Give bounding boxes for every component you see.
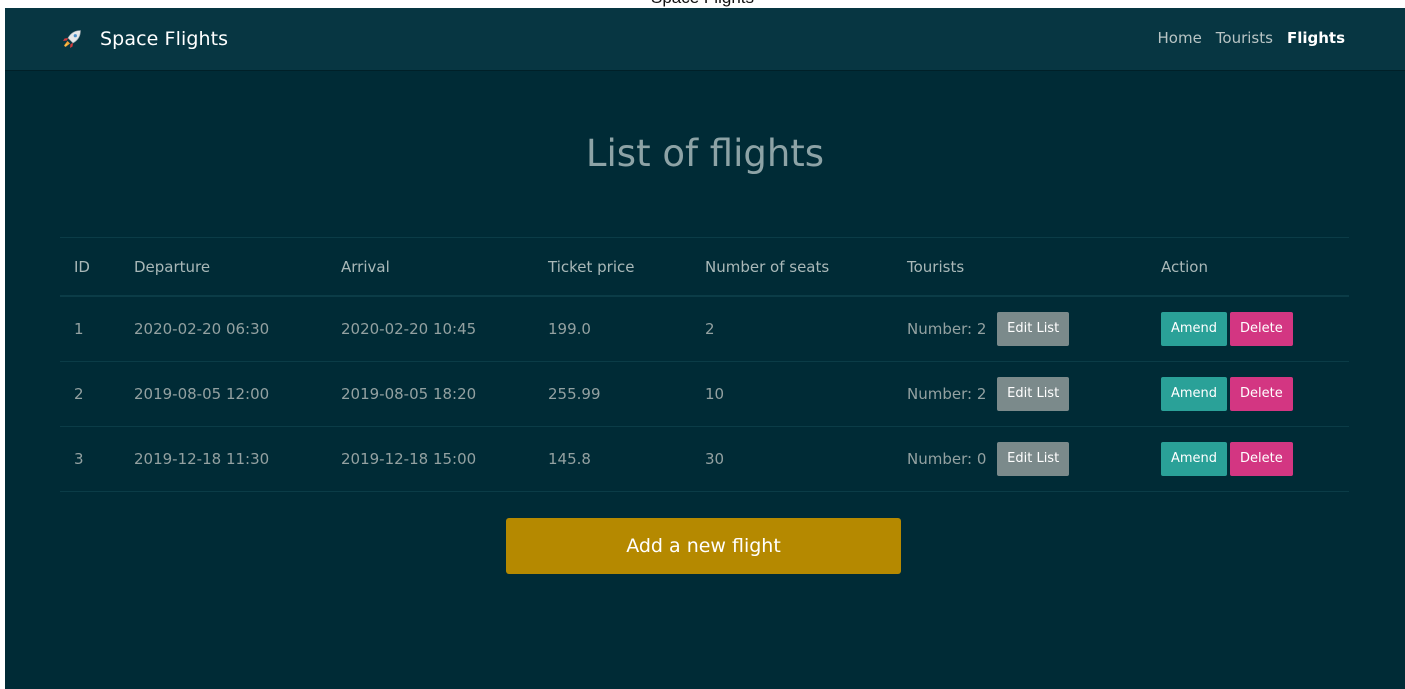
cell-id: 1 (60, 296, 120, 362)
cell-tourists: Number: 2 Edit List (893, 361, 1147, 427)
tourist-count: Number: 0 (907, 450, 987, 468)
cell-ticket-price: 255.99 (534, 361, 691, 427)
cell-ticket-price: 145.8 (534, 426, 691, 492)
header-tourists: Tourists (893, 237, 1147, 297)
page-title: List of flights (585, 132, 825, 175)
edit-list-button[interactable]: Edit List (997, 377, 1070, 411)
cell-id: 2 (60, 361, 120, 427)
cell-ticket-price: 199.0 (534, 296, 691, 362)
flights-table: ID Departure Arrival Ticket price Number… (60, 237, 1349, 492)
amend-button[interactable]: Amend (1161, 442, 1228, 476)
edit-list-button[interactable]: Edit List (997, 442, 1070, 476)
delete-button[interactable]: Delete (1230, 377, 1293, 411)
browser-tab-strip: Space Flights (0, 0, 1405, 8)
amend-button[interactable]: Amend (1161, 312, 1228, 346)
cell-departure: 2019-08-05 12:00 (120, 361, 327, 427)
cell-action: Amend Delete (1147, 361, 1349, 427)
navbar: Space Flights Home Tourists Flights (5, 8, 1405, 70)
tourist-count: Number: 2 (907, 320, 987, 338)
cell-number-of-seats: 2 (691, 296, 893, 362)
nav-link-flights[interactable]: Flights (1287, 29, 1345, 47)
cell-action: Amend Delete (1147, 296, 1349, 362)
cell-arrival: 2019-12-18 15:00 (327, 426, 534, 492)
header-id: ID (60, 237, 120, 297)
delete-button[interactable]: Delete (1230, 442, 1293, 476)
table-row: 1 2020-02-20 06:30 2020-02-20 10:45 199.… (60, 296, 1349, 362)
header-action: Action (1147, 237, 1349, 297)
brand-link[interactable]: Space Flights (60, 27, 228, 51)
cell-tourists: Number: 2 Edit List (893, 296, 1147, 362)
cell-arrival: 2019-08-05 18:20 (327, 361, 534, 427)
table-row: 3 2019-12-18 11:30 2019-12-18 15:00 145.… (60, 426, 1349, 492)
browser-tab-title: Space Flights (0, 0, 1405, 8)
nav-link-home[interactable]: Home (1158, 29, 1202, 47)
nav-link-tourists[interactable]: Tourists (1216, 29, 1273, 47)
header-number-of-seats: Number of seats (691, 237, 893, 297)
cell-id: 3 (60, 426, 120, 492)
rocket-icon (60, 27, 84, 51)
delete-button[interactable]: Delete (1230, 312, 1293, 346)
header-ticket-price: Ticket price (534, 237, 691, 297)
add-new-flight-button[interactable]: Add a new flight (506, 518, 901, 574)
cell-tourists: Number: 0 Edit List (893, 426, 1147, 492)
tourist-count: Number: 2 (907, 385, 987, 403)
app-window: Space Flights Home Tourists Flights List… (5, 8, 1405, 689)
cell-action: Amend Delete (1147, 426, 1349, 492)
cell-arrival: 2020-02-20 10:45 (327, 296, 534, 362)
header-arrival: Arrival (327, 237, 534, 297)
cell-departure: 2019-12-18 11:30 (120, 426, 327, 492)
table-header-row: ID Departure Arrival Ticket price Number… (60, 237, 1349, 297)
brand-label: Space Flights (100, 28, 229, 50)
cell-number-of-seats: 10 (691, 361, 893, 427)
table-row: 2 2019-08-05 12:00 2019-08-05 18:20 255.… (60, 361, 1349, 427)
cell-number-of-seats: 30 (691, 426, 893, 492)
nav-links: Home Tourists Flights (1158, 29, 1346, 47)
edit-list-button[interactable]: Edit List (997, 312, 1070, 346)
amend-button[interactable]: Amend (1161, 377, 1228, 411)
cell-departure: 2020-02-20 06:30 (120, 296, 327, 362)
header-departure: Departure (120, 237, 327, 297)
